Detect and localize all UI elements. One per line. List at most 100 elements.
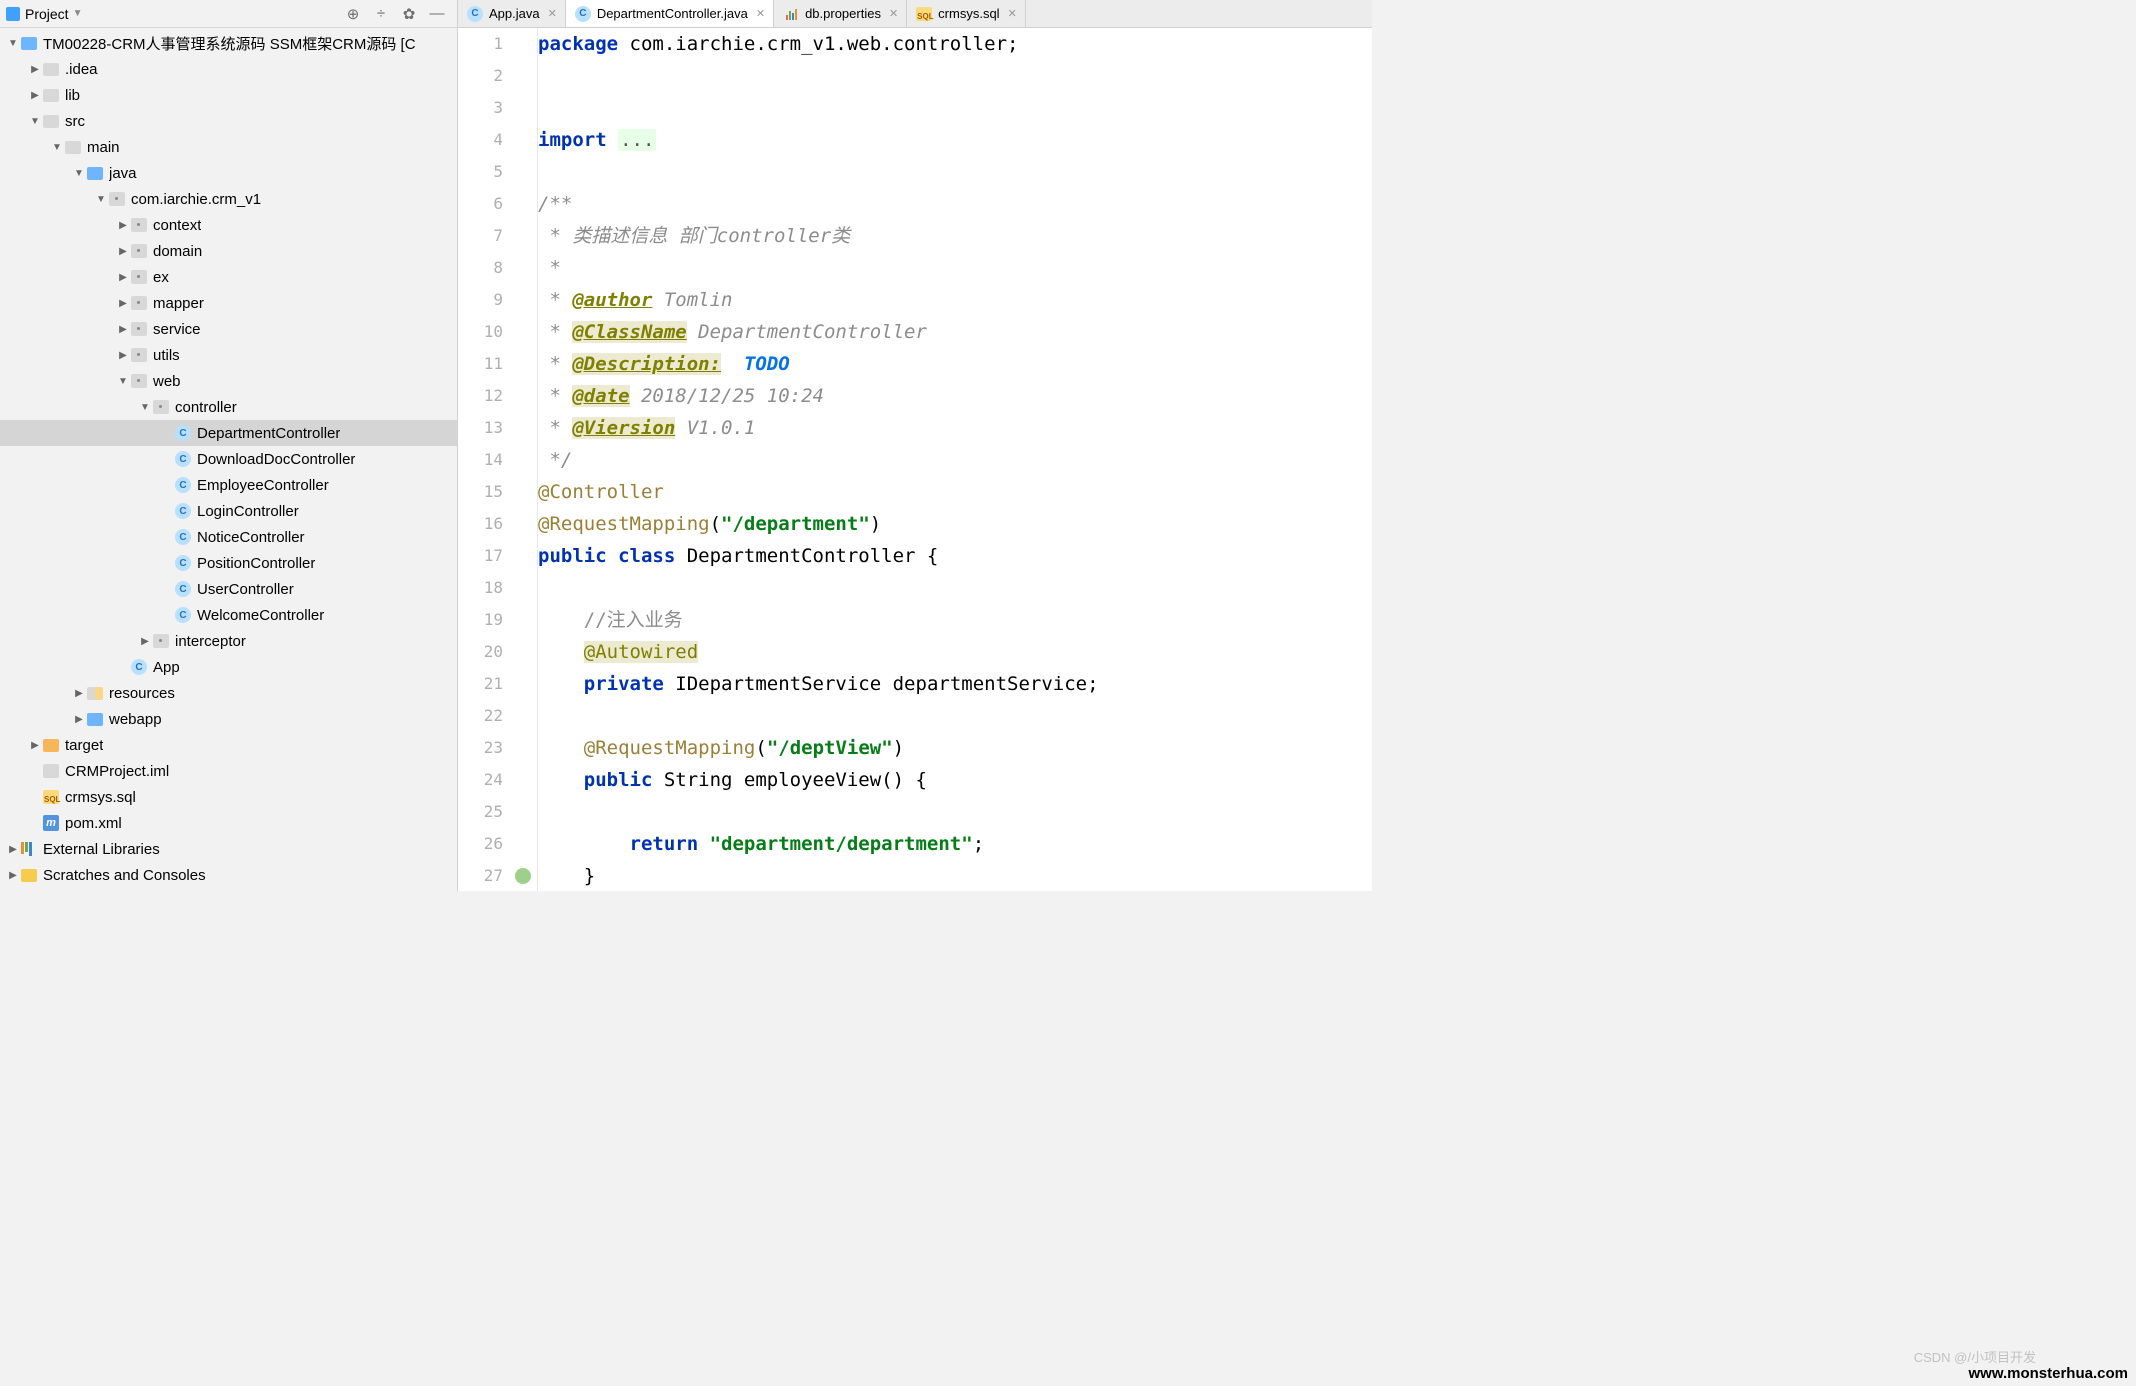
tree-node[interactable]: ▶SQLcrmsys.sql — [0, 784, 457, 810]
tree-node[interactable]: ▶lib — [0, 82, 457, 108]
code-line[interactable]: return "department/department"; — [538, 828, 1372, 860]
tree-node[interactable]: ▼TM00228-CRM人事管理系统源码 SSM框架CRM源码 [C — [0, 30, 457, 56]
expand-arrow-icon[interactable]: ▶ — [6, 844, 20, 855]
expand-arrow-icon[interactable]: ▶ — [6, 870, 20, 881]
code-line[interactable]: import ... — [538, 124, 1372, 156]
project-tree[interactable]: ▼TM00228-CRM人事管理系统源码 SSM框架CRM源码 [C▶.idea… — [0, 28, 457, 891]
close-icon[interactable]: ✕ — [548, 7, 557, 20]
tree-node[interactable]: ▶CEmployeeController — [0, 472, 457, 498]
code-line[interactable]: */ — [538, 444, 1372, 476]
tab-label: DepartmentController.java — [597, 6, 748, 21]
locate-icon[interactable]: ⊕ — [344, 5, 362, 23]
editor-tab[interactable]: CDepartmentController.java✕ — [566, 0, 774, 27]
code-line[interactable] — [538, 572, 1372, 604]
code-line[interactable]: @Controller — [538, 476, 1372, 508]
expand-arrow-icon[interactable]: ▶ — [72, 688, 86, 699]
code-line[interactable] — [538, 60, 1372, 92]
tree-node[interactable]: ▶mpom.xml — [0, 810, 457, 836]
expand-arrow-icon[interactable]: ▶ — [116, 220, 130, 231]
chevron-down-icon[interactable]: ▼ — [73, 8, 83, 19]
code-line[interactable]: * @date 2018/12/25 10:24 — [538, 380, 1372, 412]
expand-arrow-icon[interactable]: ▶ — [116, 298, 130, 309]
code-line[interactable]: * @Viersion V1.0.1 — [538, 412, 1372, 444]
tree-node[interactable]: ▼controller — [0, 394, 457, 420]
tree-node[interactable]: ▶Scratches and Consoles — [0, 862, 457, 888]
expand-arrow-icon[interactable]: ▼ — [50, 142, 64, 153]
code-line[interactable]: } — [538, 860, 1372, 891]
gear-icon[interactable]: ✿ — [400, 5, 418, 23]
expand-arrow-icon[interactable]: ▼ — [116, 376, 130, 387]
line-number: 24 — [458, 764, 503, 796]
expand-arrow-icon[interactable]: ▼ — [6, 38, 20, 49]
tree-node[interactable]: ▶mapper — [0, 290, 457, 316]
tree-node[interactable]: ▶CApp — [0, 654, 457, 680]
code-line[interactable]: @RequestMapping("/deptView") — [538, 732, 1372, 764]
tree-node[interactable]: ▶service — [0, 316, 457, 342]
tree-node[interactable]: ▼web — [0, 368, 457, 394]
close-icon[interactable]: ✕ — [756, 7, 765, 20]
tree-node[interactable]: ▶webapp — [0, 706, 457, 732]
code-line[interactable]: //注入业务 — [538, 604, 1372, 636]
tree-node[interactable]: ▶CNoticeController — [0, 524, 457, 550]
tree-node[interactable]: ▶CWelcomeController — [0, 602, 457, 628]
tree-node[interactable]: ▶External Libraries — [0, 836, 457, 862]
tree-node[interactable]: ▶CLoginController — [0, 498, 457, 524]
code-line[interactable] — [538, 796, 1372, 828]
code-line[interactable]: * 类描述信息 部门controller类 — [538, 220, 1372, 252]
code-line[interactable]: * @ClassName DepartmentController — [538, 316, 1372, 348]
tree-node[interactable]: ▶target — [0, 732, 457, 758]
expand-arrow-icon[interactable]: ▶ — [28, 64, 42, 75]
expand-arrow-icon[interactable]: ▼ — [138, 402, 152, 413]
code-line[interactable]: * @Description: TODO — [538, 348, 1372, 380]
code-line[interactable]: * — [538, 252, 1372, 284]
tree-node[interactable]: ▶context — [0, 212, 457, 238]
expand-arrow-icon[interactable]: ▶ — [116, 350, 130, 361]
tree-node[interactable]: ▶interceptor — [0, 628, 457, 654]
code-line[interactable]: public String employeeView() { — [538, 764, 1372, 796]
code-line[interactable] — [538, 700, 1372, 732]
gutter-marker-icon[interactable] — [515, 868, 531, 884]
collapse-icon[interactable]: ÷ — [372, 5, 390, 23]
expand-arrow-icon[interactable]: ▶ — [116, 324, 130, 335]
code-area[interactable]: package com.iarchie.crm_v1.web.controlle… — [538, 28, 1372, 891]
expand-arrow-icon[interactable]: ▶ — [116, 246, 130, 257]
code-line[interactable]: /** — [538, 188, 1372, 220]
expand-arrow-icon[interactable]: ▼ — [94, 194, 108, 205]
expand-arrow-icon[interactable]: ▶ — [28, 90, 42, 101]
editor-tab[interactable]: SQLcrmsys.sql✕ — [907, 0, 1026, 27]
code-line[interactable] — [538, 92, 1372, 124]
tree-node[interactable]: ▶.idea — [0, 56, 457, 82]
expand-arrow-icon[interactable]: ▶ — [72, 714, 86, 725]
tree-node[interactable]: ▼java — [0, 160, 457, 186]
tree-node[interactable]: ▶CDepartmentController — [0, 420, 457, 446]
tree-node[interactable]: ▶domain — [0, 238, 457, 264]
tree-node[interactable]: ▼com.iarchie.crm_v1 — [0, 186, 457, 212]
close-icon[interactable]: ✕ — [889, 7, 898, 20]
tree-node[interactable]: ▼src — [0, 108, 457, 134]
code-line[interactable]: @RequestMapping("/department") — [538, 508, 1372, 540]
tree-node[interactable]: ▶CDownloadDocController — [0, 446, 457, 472]
code-line[interactable]: package com.iarchie.crm_v1.web.controlle… — [538, 28, 1372, 60]
tree-node[interactable]: ▶ex — [0, 264, 457, 290]
expand-arrow-icon[interactable]: ▶ — [138, 636, 152, 647]
expand-arrow-icon[interactable]: ▶ — [28, 740, 42, 751]
expand-arrow-icon[interactable]: ▶ — [116, 272, 130, 283]
code-line[interactable]: @Autowired — [538, 636, 1372, 668]
tree-node[interactable]: ▶CRMProject.iml — [0, 758, 457, 784]
expand-arrow-icon[interactable]: ▼ — [28, 116, 42, 127]
tree-node[interactable]: ▶resources — [0, 680, 457, 706]
code-line[interactable]: * @author Tomlin — [538, 284, 1372, 316]
expand-arrow-icon[interactable]: ▼ — [72, 168, 86, 179]
editor-tab[interactable]: CApp.java✕ — [458, 0, 566, 27]
tree-node[interactable]: ▶CUserController — [0, 576, 457, 602]
project-view-title[interactable]: Project — [25, 6, 69, 22]
tree-node[interactable]: ▶utils — [0, 342, 457, 368]
hide-icon[interactable]: — — [428, 5, 446, 23]
code-line[interactable]: private IDepartmentService departmentSer… — [538, 668, 1372, 700]
close-icon[interactable]: ✕ — [1008, 7, 1017, 20]
tree-node[interactable]: ▶CPositionController — [0, 550, 457, 576]
tree-node[interactable]: ▼main — [0, 134, 457, 160]
editor-tab[interactable]: db.properties✕ — [774, 0, 907, 27]
code-line[interactable]: public class DepartmentController { — [538, 540, 1372, 572]
code-line[interactable] — [538, 156, 1372, 188]
